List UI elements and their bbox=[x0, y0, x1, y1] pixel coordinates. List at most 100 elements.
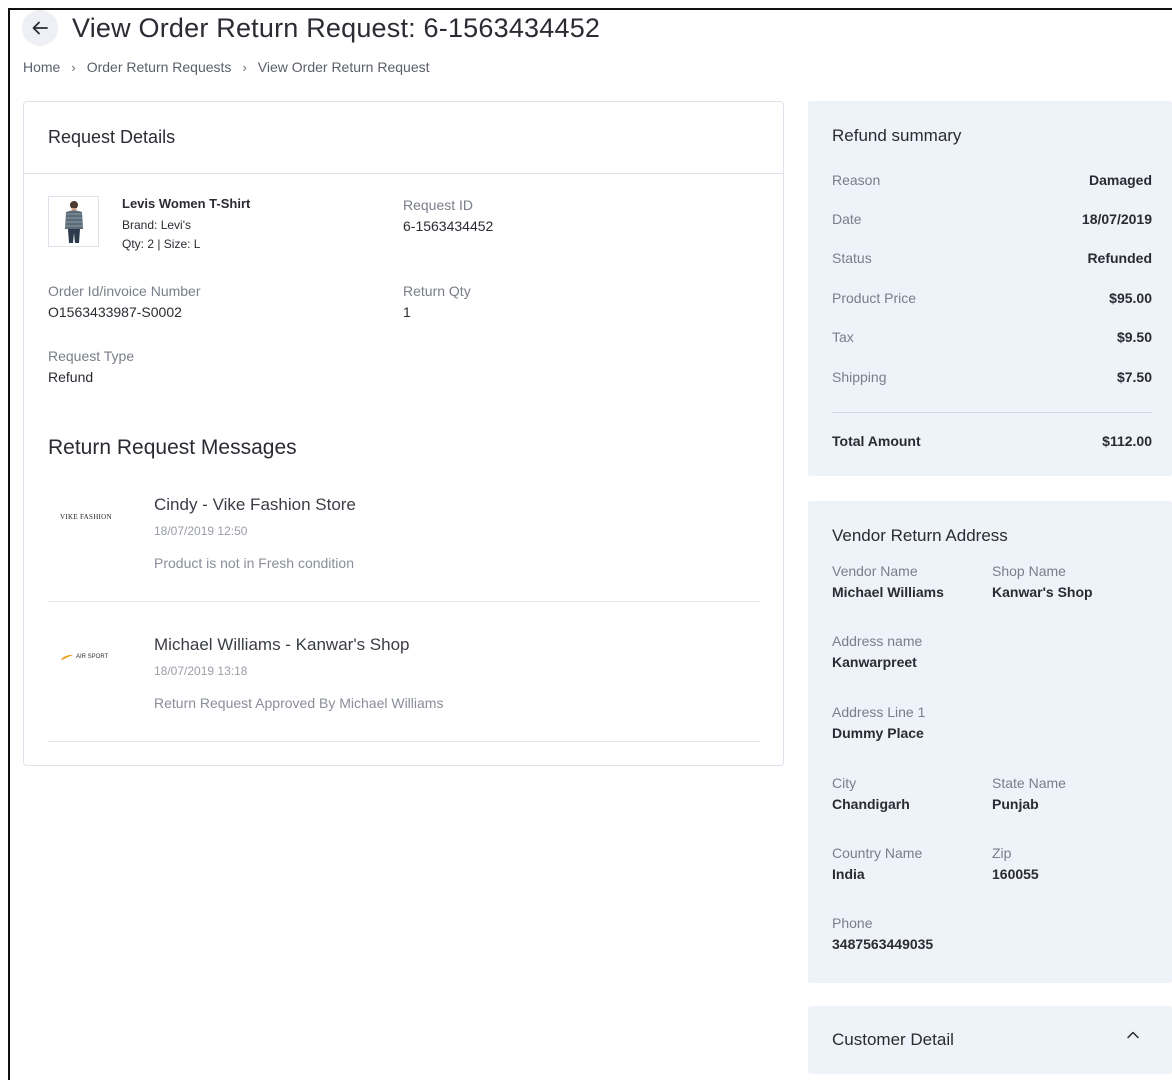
breadcrumb: Home › Order Return Requests › View Orde… bbox=[23, 59, 430, 75]
breadcrumb-home[interactable]: Home bbox=[23, 59, 60, 75]
country-field: Country Name India bbox=[832, 845, 922, 882]
messages-heading: Return Request Messages bbox=[48, 436, 297, 459]
vendor-name-field: Vendor Name Michael Williams bbox=[832, 563, 944, 600]
summary-label: Date bbox=[832, 211, 862, 227]
product-image bbox=[48, 196, 99, 247]
vendor-name-value: Michael Williams bbox=[832, 584, 944, 600]
message-sender: Michael Williams - Kanwar's Shop bbox=[154, 635, 410, 654]
customer-detail-panel[interactable]: Customer Detail bbox=[808, 1006, 1172, 1074]
summary-value: $95.00 bbox=[1109, 290, 1152, 306]
product-summary: Levis Women T-Shirt Brand: Levi's Qty: 2… bbox=[48, 196, 250, 251]
request-type-value: Refund bbox=[48, 369, 94, 385]
air-sport-swoosh-icon bbox=[61, 654, 73, 660]
breadcrumb-current: View Order Return Request bbox=[257, 59, 430, 75]
request-id-field: Request ID 6-1563434452 bbox=[403, 197, 493, 234]
country-value: India bbox=[832, 866, 865, 882]
order-id-value: O1563433987-S0002 bbox=[48, 304, 182, 320]
city-value: Chandigarh bbox=[832, 796, 910, 812]
zip-label: Zip bbox=[992, 845, 1012, 861]
state-label: State Name bbox=[992, 775, 1066, 791]
address-line1-label: Address Line 1 bbox=[832, 704, 926, 720]
request-id-label: Request ID bbox=[403, 197, 474, 213]
page-header: View Order Return Request: 6-1563434452 bbox=[22, 10, 600, 46]
air-sport-logo: AIR SPORT bbox=[60, 649, 120, 665]
summary-row-reason: Reason Damaged bbox=[832, 172, 1152, 188]
summary-label: Shipping bbox=[832, 369, 887, 385]
message-time: 18/07/2019 13:18 bbox=[154, 664, 248, 678]
message-sender: Cindy - Vike Fashion Store bbox=[154, 495, 356, 514]
address-name-field: Address name Kanwarpreet bbox=[832, 633, 922, 670]
shop-name-field: Shop Name Kanwar's Shop bbox=[992, 563, 1093, 600]
request-id-value: 6-1563434452 bbox=[403, 218, 494, 234]
phone-label: Phone bbox=[832, 915, 873, 931]
city-field: City Chandigarh bbox=[832, 775, 910, 812]
arrow-left-icon bbox=[32, 21, 48, 35]
summary-row-date: Date 18/07/2019 bbox=[832, 211, 1152, 227]
t-shirt-product-image bbox=[64, 200, 83, 243]
summary-value: $9.50 bbox=[1116, 329, 1152, 345]
summary-value: 18/07/2019 bbox=[1081, 211, 1152, 227]
shop-name-value: Kanwar's Shop bbox=[992, 584, 1093, 600]
vendor-return-address-panel: Vendor Return Address Vendor Name Michae… bbox=[808, 501, 1172, 983]
country-label: Country Name bbox=[832, 845, 923, 861]
message-time: 18/07/2019 12:50 bbox=[154, 524, 248, 538]
request-type-label: Request Type bbox=[48, 348, 135, 364]
page-title: View Order Return Request: 6-1563434452 bbox=[72, 12, 601, 43]
city-label: City bbox=[832, 775, 857, 791]
request-details-card: Request Details Levis Women T-Shirt Bran… bbox=[23, 101, 784, 766]
chevron-right-icon: › bbox=[242, 59, 247, 75]
zip-value: 160055 bbox=[992, 866, 1039, 882]
vendor-name-label: Vendor Name bbox=[832, 563, 918, 579]
return-qty-label: Return Qty bbox=[403, 283, 471, 299]
vike-fashion-logo-text: VIKE FASHION bbox=[60, 513, 112, 521]
message-item: VIKE FASHION Cindy - Vike Fashion Store … bbox=[48, 482, 760, 602]
shop-name-label: Shop Name bbox=[992, 563, 1066, 579]
return-qty-value: 1 bbox=[403, 304, 411, 320]
request-type-field: Request Type Refund bbox=[48, 348, 134, 385]
phone-field: Phone 3487563449035 bbox=[832, 915, 933, 952]
summary-row-shipping: Shipping $7.50 bbox=[832, 369, 1152, 385]
phone-value: 3487563449035 bbox=[832, 936, 934, 952]
chevron-up-icon[interactable] bbox=[1126, 1028, 1140, 1042]
vike-fashion-logo: VIKE FASHION bbox=[60, 509, 120, 525]
summary-row-status: Status Refunded bbox=[832, 250, 1152, 266]
summary-row-product-price: Product Price $95.00 bbox=[832, 290, 1152, 306]
product-brand: Brand: Levi's bbox=[122, 218, 191, 232]
air-sport-logo-text: AIR SPORT bbox=[76, 654, 109, 660]
summary-label: Reason bbox=[832, 172, 881, 188]
return-qty-field: Return Qty 1 bbox=[403, 283, 471, 320]
refund-summary-heading: Refund summary bbox=[832, 126, 962, 145]
refund-summary-panel: Refund summary Reason Damaged Date 18/07… bbox=[808, 101, 1172, 476]
product-name: Levis Women T-Shirt bbox=[122, 196, 251, 211]
total-value: $112.00 bbox=[1102, 433, 1152, 449]
summary-divider bbox=[832, 412, 1152, 413]
summary-row-tax: Tax $9.50 bbox=[832, 329, 1152, 345]
address-name-label: Address name bbox=[832, 633, 923, 649]
order-id-field: Order Id/invoice Number O1563433987-S000… bbox=[48, 283, 201, 320]
summary-value: Damaged bbox=[1088, 172, 1152, 188]
breadcrumb-order-return-requests[interactable]: Order Return Requests bbox=[87, 59, 232, 75]
summary-value: Refunded bbox=[1087, 250, 1152, 266]
summary-label: Status bbox=[832, 250, 872, 266]
summary-value: $7.50 bbox=[1116, 369, 1152, 385]
summary-label: Product Price bbox=[832, 290, 917, 306]
vendor-address-heading: Vendor Return Address bbox=[832, 526, 1008, 545]
address-line1-value: Dummy Place bbox=[832, 725, 924, 741]
customer-detail-heading: Customer Detail bbox=[832, 1030, 954, 1049]
order-id-label: Order Id/invoice Number bbox=[48, 283, 201, 299]
zip-field: Zip 160055 bbox=[992, 845, 1039, 882]
state-field: State Name Punjab bbox=[992, 775, 1066, 812]
chevron-right-icon: › bbox=[71, 59, 76, 75]
message-text: Return Request Approved By Michael Willi… bbox=[154, 695, 444, 711]
address-name-value: Kanwarpreet bbox=[832, 654, 917, 670]
back-button[interactable] bbox=[22, 10, 58, 46]
message-text: Product is not in Fresh condition bbox=[154, 555, 354, 571]
message-item: AIR SPORT Michael Williams - Kanwar's Sh… bbox=[48, 602, 760, 742]
request-details-heading: Request Details bbox=[24, 102, 783, 174]
address-line1-field: Address Line 1 Dummy Place bbox=[832, 704, 925, 741]
summary-label: Tax bbox=[832, 329, 854, 345]
state-value: Punjab bbox=[992, 796, 1039, 812]
total-label: Total Amount bbox=[832, 433, 921, 449]
product-qty-size: Qty: 2 | Size: L bbox=[122, 237, 201, 251]
summary-row-total: Total Amount $112.00 bbox=[832, 433, 1152, 449]
